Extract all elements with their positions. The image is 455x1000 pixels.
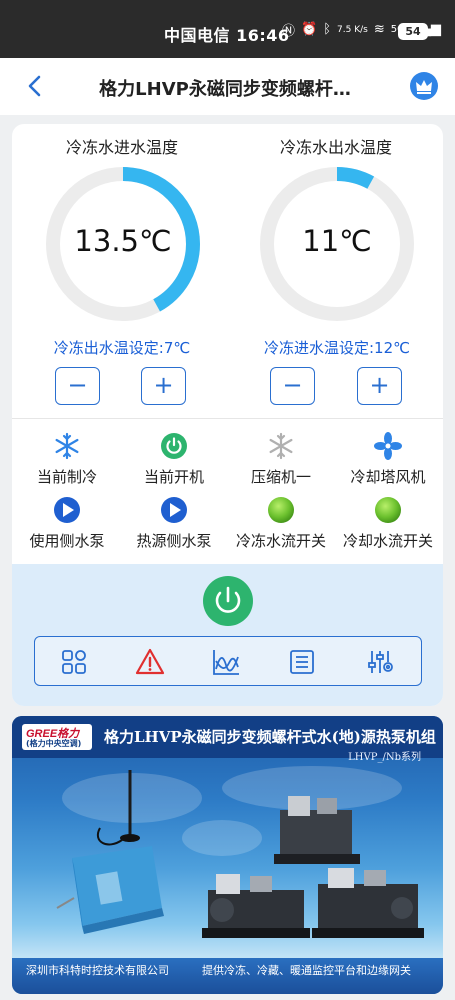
gree-logo: GREE格力 (格力中央空调)	[22, 724, 92, 750]
green-ball-icon	[267, 496, 295, 524]
divider	[12, 418, 443, 419]
status-label: 热源侧水泵	[136, 532, 212, 550]
outlet-temp-value: 11℃	[302, 224, 372, 258]
back-arrow-icon[interactable]	[22, 72, 50, 100]
crown-icon[interactable]	[410, 72, 438, 100]
status-cooling-tower-fan: 冷却塔风机	[333, 432, 443, 487]
status-cooling: 当前制冷	[12, 432, 122, 487]
logo-subtext: (格力中央空调)	[26, 739, 82, 748]
inlet-setpoint-label: 冷冻进水温设定:12℃	[264, 339, 410, 357]
battery-level: 54	[405, 25, 421, 38]
outlet-setpoint-decrease-button[interactable]: −	[55, 367, 100, 405]
list-icon[interactable]	[287, 647, 317, 677]
page-title: 格力LHVP永磁同步变频螺杆…	[99, 79, 351, 100]
power-button[interactable]	[203, 576, 253, 626]
wifi-icon: ≋	[373, 22, 385, 37]
alarm-warning-icon[interactable]	[135, 647, 165, 677]
inlet-setpoint-decrease-button[interactable]: −	[270, 367, 315, 405]
gauge-title-inlet: 冷冻水进水温度	[65, 138, 178, 157]
banner-title: 格力LHVP永磁同步变频螺杆式水(地)源热泵机组	[104, 728, 436, 746]
outlet-setpoint-increase-button[interactable]: +	[141, 367, 186, 405]
status-carrier-time: 中国电信 16:46	[164, 26, 290, 45]
bluetooth-icon: ᛒ	[323, 22, 332, 37]
green-ball-icon	[374, 496, 402, 524]
nav-bar: 格力LHVP永磁同步变频螺杆…	[0, 58, 455, 115]
status-chilled-water-flow: 冷冻水流开关	[226, 496, 336, 551]
device-card: 冷冻水进水温度 13.5℃ 冷冻出水温设定:7℃ − + 冷冻水出水温度 11℃…	[12, 124, 443, 706]
power-icon	[160, 432, 188, 460]
status-label: 冷却塔风机	[350, 468, 426, 486]
status-cooling-water-flow: 冷却水流开关	[333, 496, 443, 551]
fan-icon	[374, 432, 402, 460]
status-label: 当前开机	[143, 468, 204, 486]
status-label: 冷却水流开关	[342, 532, 433, 550]
status-bar: 中国电信 16:46 Ⓝ ⏰ ᛒ 7.5 K/s ≋ 5G ▂▄▆ 54	[0, 0, 455, 58]
snowflake-icon	[53, 432, 81, 460]
status-label: 压缩机一	[250, 468, 311, 486]
trend-chart-icon[interactable]	[211, 647, 241, 677]
banner-product-illustration	[56, 766, 424, 938]
pump-icon	[160, 496, 188, 524]
grid-icon[interactable]	[59, 647, 89, 677]
snowflake-icon	[267, 432, 295, 460]
alarm-clock-icon: ⏰	[301, 22, 318, 37]
battery-icon: 54	[398, 23, 431, 40]
net-speed: 7.5 K/s	[337, 24, 368, 35]
status-label: 使用侧水泵	[29, 532, 105, 550]
power-icon	[215, 586, 241, 613]
inlet-temp-value: 13.5℃	[74, 224, 172, 258]
inlet-setpoint-increase-button[interactable]: +	[357, 367, 402, 405]
banner-company: 深圳市科特时控技术有限公司	[26, 964, 169, 977]
status-label: 当前制冷	[36, 468, 97, 486]
gauge-title-outlet: 冷冻水出水温度	[279, 138, 392, 157]
status-user-side-pump: 使用侧水泵	[12, 496, 122, 551]
settings-sliders-icon[interactable]	[365, 647, 395, 677]
banner-slogan: 提供冷冻、冷藏、暖通监控平台和边缘网关	[202, 964, 411, 977]
status-running: 当前开机	[119, 432, 229, 487]
function-toolbar	[34, 636, 422, 686]
outlet-setpoint-label: 冷冻出水温设定:7℃	[53, 339, 191, 357]
control-panel	[12, 564, 443, 706]
product-banner[interactable]: GREE格力 (格力中央空调) 格力LHVP永磁同步变频螺杆式水(地)源热泵机组…	[12, 716, 443, 994]
status-compressor-1: 压缩机一	[226, 432, 336, 487]
status-heat-source-pump: 热源侧水泵	[119, 496, 229, 551]
pump-icon	[53, 496, 81, 524]
status-label: 冷冻水流开关	[235, 532, 326, 550]
nfc-icon: Ⓝ	[282, 24, 296, 39]
